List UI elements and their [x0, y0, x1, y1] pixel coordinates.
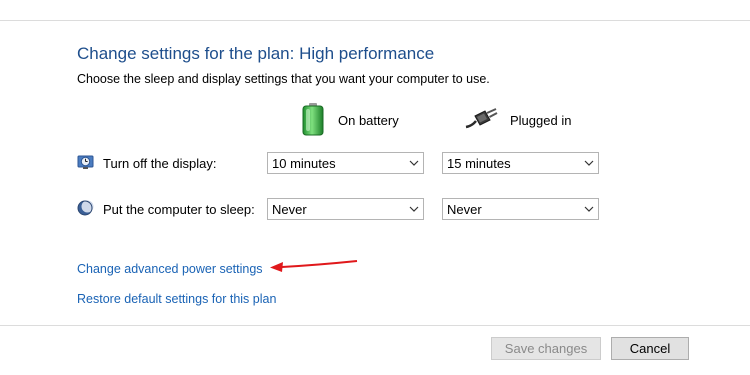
display-off-text: Turn off the display:	[103, 156, 217, 171]
chevron-down-icon	[580, 153, 598, 173]
advanced-power-settings-link[interactable]: Change advanced power settings	[77, 262, 263, 276]
column-label-on-battery: On battery	[338, 113, 399, 128]
column-label-plugged-in: Plugged in	[510, 113, 572, 128]
moon-sleep-icon	[77, 200, 95, 219]
sleep-plugged-select[interactable]: Never	[442, 198, 599, 220]
monitor-clock-icon	[77, 154, 95, 173]
column-header-plugged-in: Plugged in	[464, 108, 571, 133]
restore-defaults-link[interactable]: Restore default settings for this plan	[77, 292, 276, 306]
page-subtitle: Choose the sleep and display settings th…	[77, 72, 490, 86]
cancel-button[interactable]: Cancel	[611, 337, 689, 360]
sleep-text: Put the computer to sleep:	[103, 202, 255, 217]
chevron-down-icon	[405, 153, 423, 173]
sleep-plugged-value: Never	[447, 201, 482, 217]
display-off-battery-select[interactable]: 10 minutes	[267, 152, 424, 174]
save-changes-button[interactable]: Save changes	[491, 337, 601, 360]
column-header-on-battery: On battery	[300, 102, 399, 139]
display-off-label: Turn off the display:	[77, 154, 216, 173]
display-off-plugged-select[interactable]: 15 minutes	[442, 152, 599, 174]
annotation-arrow-icon	[270, 260, 358, 272]
sleep-battery-value: Never	[272, 201, 307, 217]
chevron-down-icon	[580, 199, 598, 219]
power-plug-icon	[464, 108, 498, 133]
chevron-down-icon	[405, 199, 423, 219]
display-off-battery-value: 10 minutes	[272, 155, 336, 171]
page-title: Change settings for the plan: High perfo…	[77, 44, 435, 63]
battery-icon	[300, 102, 326, 139]
top-divider	[0, 20, 750, 21]
bottom-divider	[0, 325, 750, 326]
sleep-label: Put the computer to sleep:	[77, 200, 255, 219]
sleep-battery-select[interactable]: Never	[267, 198, 424, 220]
display-off-plugged-value: 15 minutes	[447, 155, 511, 171]
